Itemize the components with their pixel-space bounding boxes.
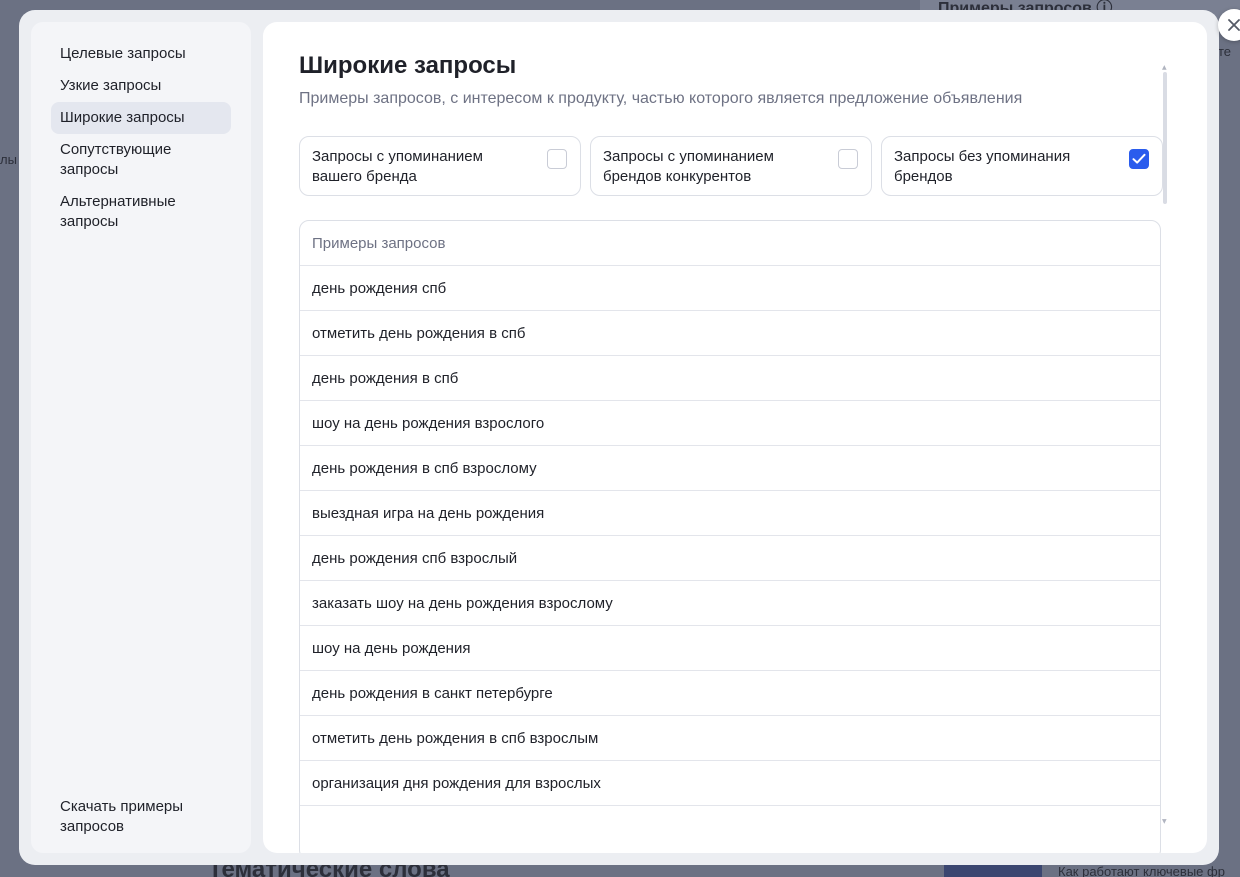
table-row: день рождения в спб (300, 356, 1160, 401)
close-icon (1228, 19, 1240, 31)
scroll-down-arrow-icon[interactable]: ▼ (1162, 818, 1167, 825)
filter-label: Запросы с упоминанием вашего бренда (312, 148, 483, 185)
download-examples-link[interactable]: Скачать примеры запросов (60, 797, 230, 837)
sidebar: Целевые запросы Узкие запросы Широкие за… (31, 22, 251, 853)
close-button[interactable] (1218, 9, 1240, 41)
sidebar-item-broad-queries[interactable]: Широкие запросы (51, 102, 231, 134)
page-subtitle: Примеры запросов, с интересом к продукту… (299, 90, 1023, 107)
query-examples-modal: Целевые запросы Узкие запросы Широкие за… (19, 9, 1240, 865)
queries-table: Примеры запросов день рождения спб отмет… (299, 220, 1161, 853)
table-row: отметить день рождения в спб взрослым (300, 716, 1160, 761)
competitor-brands-checkbox[interactable] (838, 149, 858, 169)
table-row: отметить день рождения в спб (300, 311, 1160, 356)
scrollbar-thumb[interactable] (1163, 72, 1167, 204)
filter-competitor-brands[interactable]: Запросы с упоминанием брендов конкуренто… (590, 136, 872, 196)
table-row: заказать шоу на день рождения взрослому (300, 581, 1160, 626)
table-row: выездная игра на день рождения (300, 491, 1160, 536)
table-row: день рождения спб взрослый (300, 536, 1160, 581)
scroll-up-arrow-icon[interactable]: ▲ (1162, 64, 1167, 71)
filter-label: Запросы с упоминанием брендов конкуренто… (603, 148, 774, 185)
background-fragment-right: те (1218, 44, 1232, 59)
table-row: день рождения в спб взрослому (300, 446, 1160, 491)
table-header: Примеры запросов (300, 221, 1160, 266)
table-row: день рождения спб (300, 266, 1160, 311)
table-row: организация дня рождения для взрослых (300, 761, 1160, 806)
no-brands-checkbox[interactable] (1129, 149, 1149, 169)
page-title: Широкие запросы (299, 52, 517, 79)
sidebar-nav: Целевые запросы Узкие запросы Широкие за… (51, 38, 231, 238)
main-panel: Широкие запросы Примеры запросов, с инте… (263, 22, 1207, 853)
background-fragment-left: лы (0, 152, 17, 167)
sidebar-item-target-queries[interactable]: Целевые запросы (51, 38, 231, 70)
background-link: Как работают ключевые фр (1058, 864, 1225, 877)
filter-group: Запросы с упоминанием вашего бренда Запр… (299, 136, 1163, 196)
table-row: шоу на день рождения (300, 626, 1160, 671)
checkmark-icon (1132, 153, 1146, 164)
sidebar-item-related-queries[interactable]: Сопутствующие запросы (51, 134, 231, 186)
sidebar-item-narrow-queries[interactable]: Узкие запросы (51, 70, 231, 102)
filter-label: Запросы без упоминания брендов (894, 148, 1071, 185)
table-row: день рождения в санкт петербурге (300, 671, 1160, 716)
table-row: шоу на день рождения взрослого (300, 401, 1160, 446)
filter-own-brand[interactable]: Запросы с упоминанием вашего бренда (299, 136, 581, 196)
filter-no-brands[interactable]: Запросы без упоминания брендов (881, 136, 1163, 196)
sidebar-item-alternative-queries[interactable]: Альтернативные запросы (51, 186, 231, 238)
own-brand-checkbox[interactable] (547, 149, 567, 169)
